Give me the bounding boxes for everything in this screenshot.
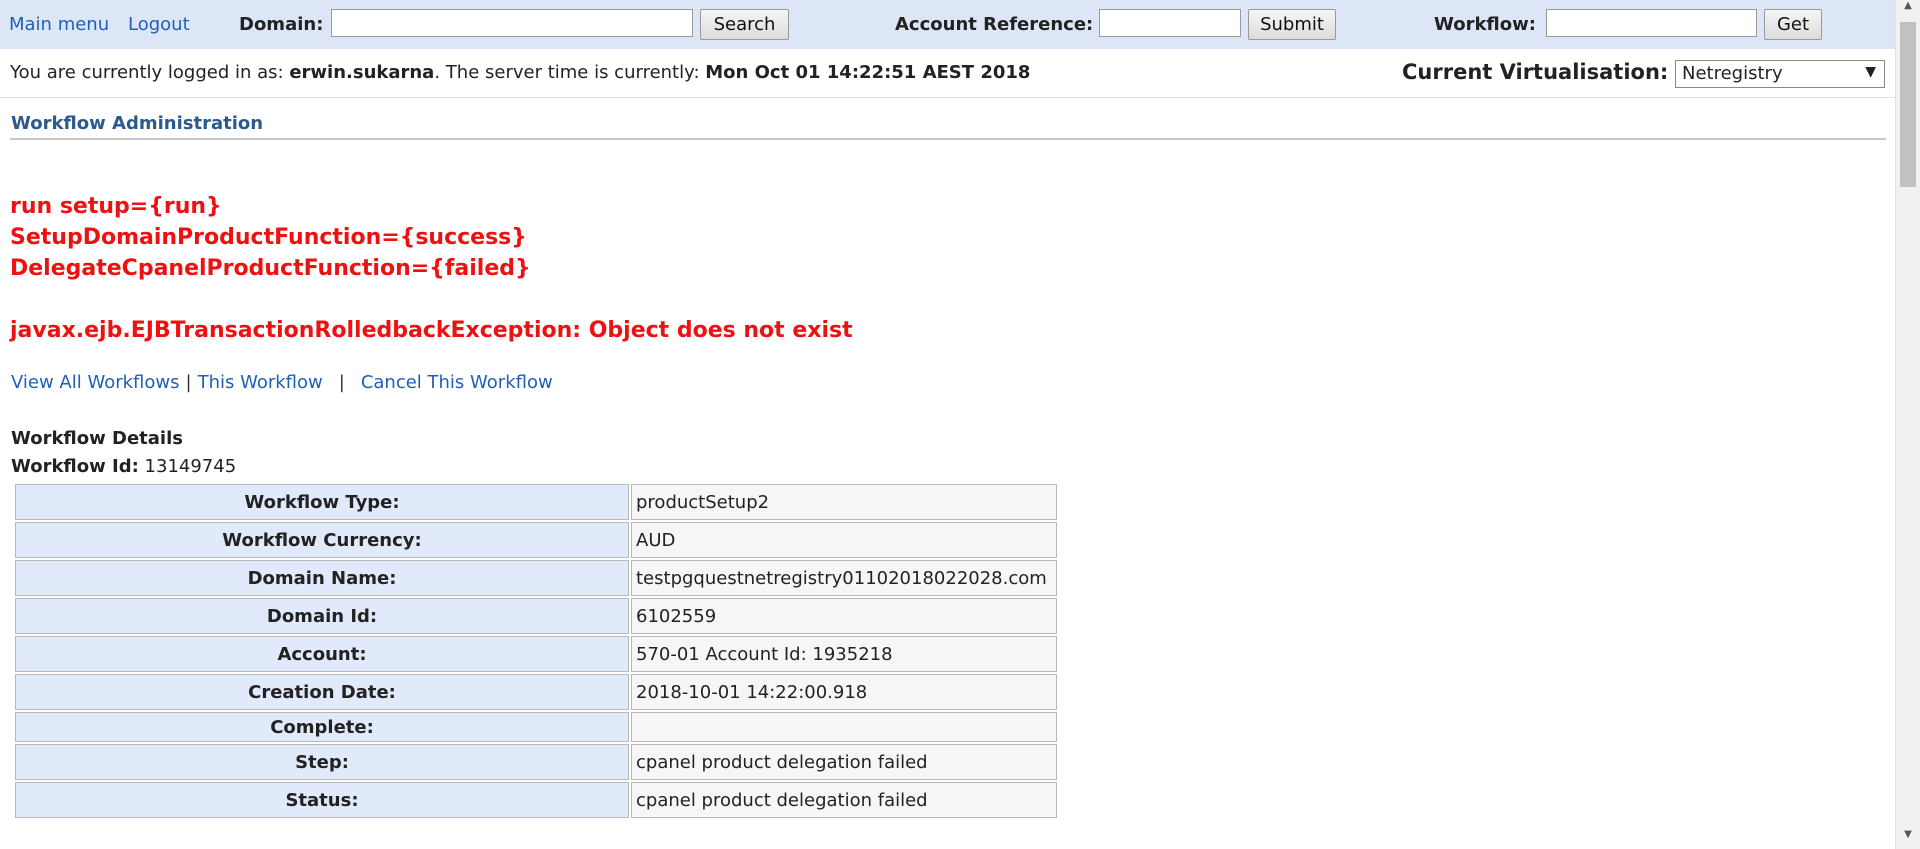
- get-button[interactable]: Get: [1764, 9, 1822, 40]
- table-row: Workflow Type: productSetup2: [15, 484, 1057, 520]
- view-all-workflows-link[interactable]: View All Workflows: [11, 372, 180, 393]
- server-time: Mon Oct 01 14:22:51 AEST 2018: [705, 62, 1031, 83]
- this-workflow-link[interactable]: This Workflow: [198, 372, 323, 393]
- top-navigation-bar: Main menu Logout Domain: Search Account …: [0, 0, 1896, 50]
- table-row: Step: cpanel product delegation failed: [15, 744, 1057, 780]
- table-row: Domain Id: 6102559: [15, 598, 1057, 634]
- domain-label: Domain:: [239, 14, 324, 35]
- server-time-prefix: . The server time is currently:: [434, 62, 706, 83]
- row-label: Status:: [15, 782, 629, 818]
- table-row: Domain Name: testpgquestnetregistry01102…: [15, 560, 1057, 596]
- session-info: You are currently logged in as: erwin.su…: [10, 62, 1030, 83]
- username: erwin.sukarna: [289, 62, 435, 83]
- table-row: Creation Date: 2018-10-01 14:22:00.918: [15, 674, 1057, 710]
- row-value: productSetup2: [631, 484, 1057, 520]
- row-value: testpgquestnetregistry01102018022028.com: [631, 560, 1057, 596]
- account-reference-label: Account Reference:: [895, 14, 1094, 35]
- domain-input[interactable]: [331, 9, 693, 37]
- row-value: 2018-10-01 14:22:00.918: [631, 674, 1057, 710]
- workflow-links: View All Workflows | This Workflow | Cancel …: [11, 372, 553, 393]
- row-label: Domain Id:: [15, 598, 629, 634]
- workflow-id: Workflow Id: 13149745: [11, 456, 236, 477]
- table-row: Complete:: [15, 712, 1057, 742]
- cancel-workflow-link[interactable]: Cancel This Workflow: [361, 372, 553, 393]
- scroll-up-arrow-icon[interactable]: ▲: [1896, 0, 1920, 20]
- submit-button[interactable]: Submit: [1248, 9, 1336, 40]
- section-divider: [10, 138, 1886, 140]
- table-row: Workflow Currency: AUD: [15, 522, 1057, 558]
- row-label: Creation Date:: [15, 674, 629, 710]
- virtualisation-selected-value: Netregistry: [1682, 63, 1783, 84]
- scrollbar-thumb[interactable]: [1900, 22, 1916, 187]
- row-label: Complete:: [15, 712, 629, 742]
- message-run-setup: run setup={run}: [10, 194, 222, 219]
- main-menu-link[interactable]: Main menu: [9, 14, 109, 35]
- row-label: Domain Name:: [15, 560, 629, 596]
- link-separator: |: [338, 372, 345, 393]
- row-value: 6102559: [631, 598, 1057, 634]
- row-value: cpanel product delegation failed: [631, 744, 1057, 780]
- workflow-details-title: Workflow Details: [11, 428, 183, 449]
- section-title: Workflow Administration: [11, 113, 264, 134]
- session-status-bar: You are currently logged in as: erwin.su…: [0, 49, 1896, 98]
- logged-in-prefix: You are currently logged in as:: [10, 62, 290, 83]
- message-setup-domain: SetupDomainProductFunction={success}: [10, 225, 527, 250]
- virtualisation-select[interactable]: Netregistry ▼: [1675, 60, 1885, 88]
- row-value: cpanel product delegation failed: [631, 782, 1057, 818]
- workflow-id-label: Workflow Id:: [11, 456, 139, 477]
- row-label: Step:: [15, 744, 629, 780]
- row-value: 570-01 Account Id: 1935218: [631, 636, 1057, 672]
- link-separator: |: [185, 372, 192, 393]
- row-value: [631, 712, 1057, 742]
- table-row: Account: 570-01 Account Id: 1935218: [15, 636, 1057, 672]
- row-label: Workflow Type:: [15, 484, 629, 520]
- dropdown-arrow-icon: ▼: [1865, 64, 1876, 80]
- workflow-id-value: 13149745: [144, 456, 237, 477]
- workflow-details-table: Workflow Type: productSetup2 Workflow Cu…: [13, 482, 1059, 820]
- workflow-label: Workflow:: [1434, 14, 1536, 35]
- scroll-down-arrow-icon[interactable]: ▼: [1896, 829, 1920, 849]
- row-label: Workflow Currency:: [15, 522, 629, 558]
- vertical-scrollbar[interactable]: ▲ ▼: [1895, 0, 1920, 849]
- row-value: AUD: [631, 522, 1057, 558]
- table-row: Status: cpanel product delegation failed: [15, 782, 1057, 818]
- error-message: javax.ejb.EJBTransactionRolledbackExcept…: [10, 318, 853, 343]
- search-button[interactable]: Search: [700, 9, 789, 40]
- message-delegate-cpanel: DelegateCpanelProductFunction={failed}: [10, 256, 531, 281]
- virtualisation-label: Current Virtualisation:: [1402, 60, 1669, 84]
- workflow-input[interactable]: [1546, 9, 1757, 37]
- row-label: Account:: [15, 636, 629, 672]
- account-reference-input[interactable]: [1099, 9, 1241, 37]
- logout-link[interactable]: Logout: [128, 14, 190, 35]
